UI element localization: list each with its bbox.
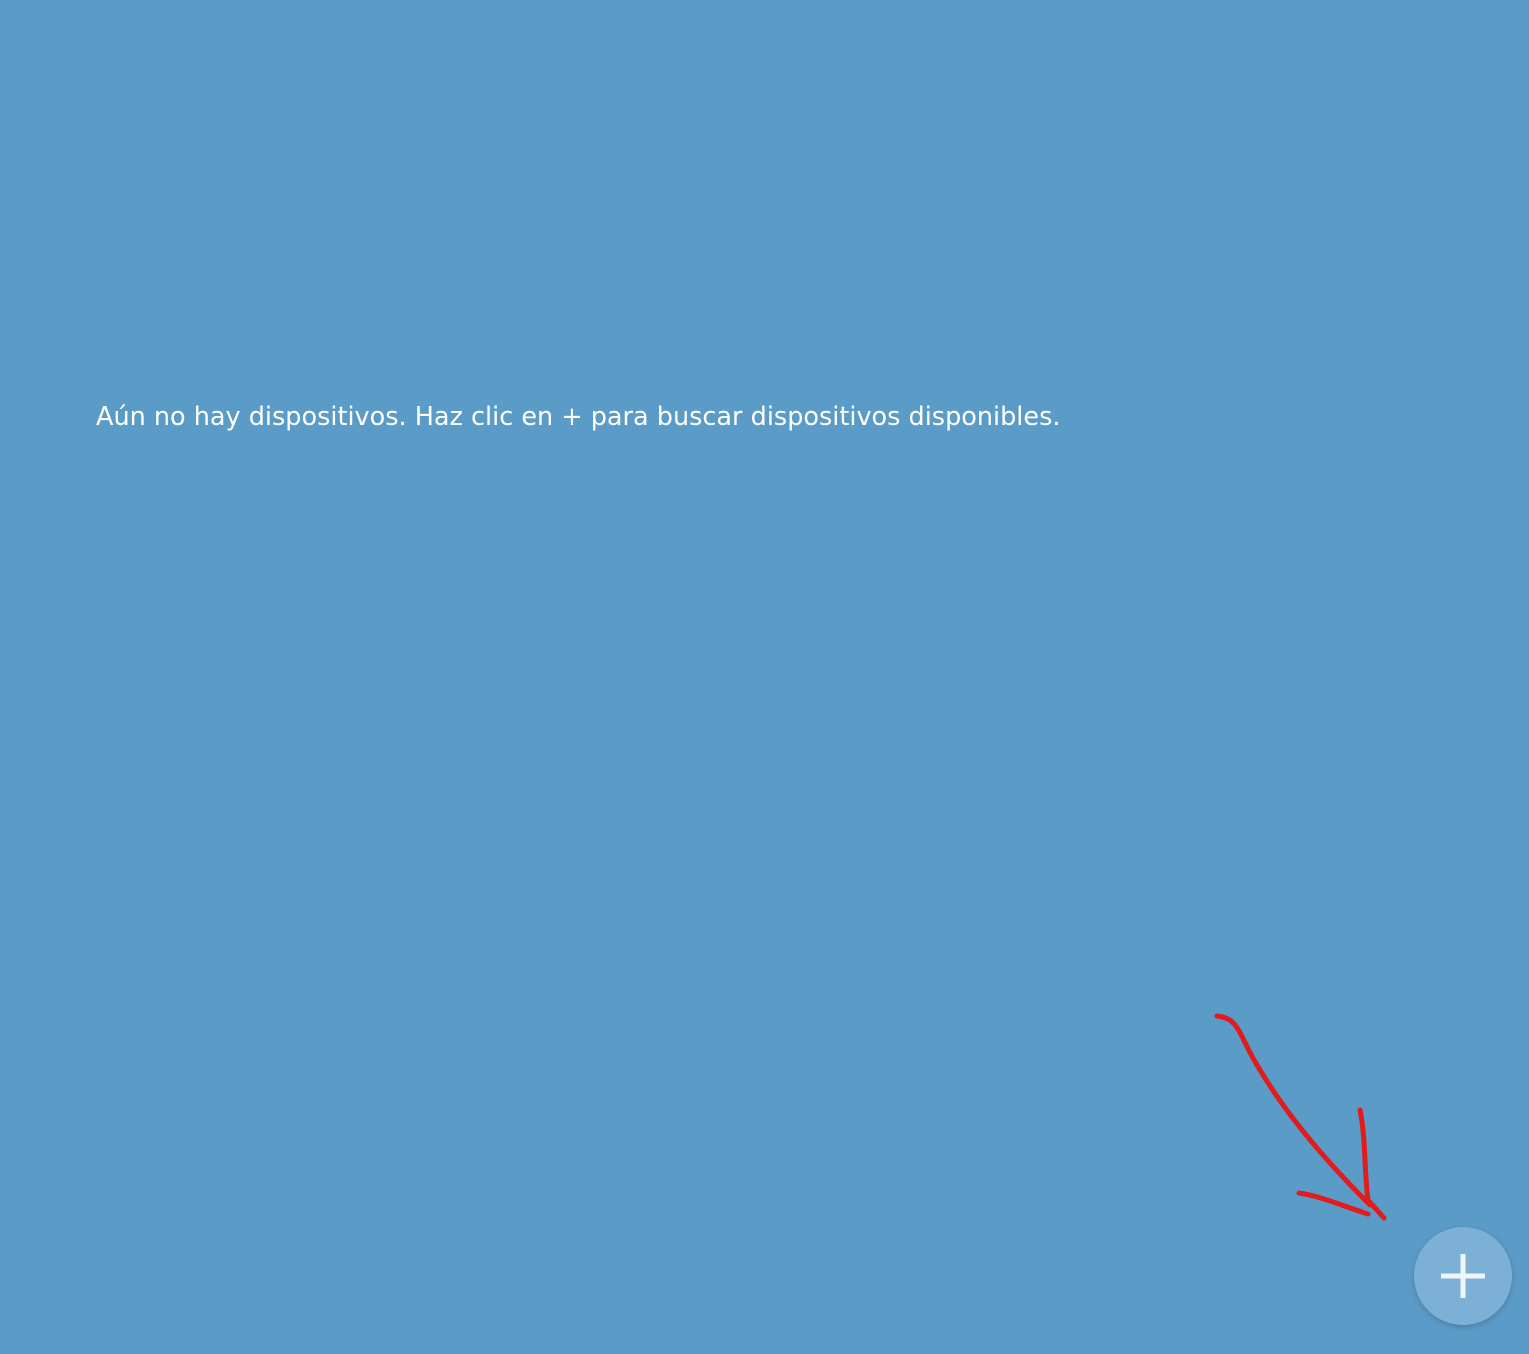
- empty-state-message: Aún no hay dispositivos. Haz clic en + p…: [96, 402, 1061, 432]
- annotation-arrow-shaft: [1214, 1013, 1373, 1208]
- add-device-button[interactable]: [1414, 1227, 1512, 1325]
- annotation-arrow: [1214, 1013, 1387, 1221]
- plus-icon: [1441, 1254, 1485, 1298]
- annotation-arrow-head-right: [1357, 1107, 1387, 1221]
- annotation-arrow-head-left: [1296, 1190, 1371, 1217]
